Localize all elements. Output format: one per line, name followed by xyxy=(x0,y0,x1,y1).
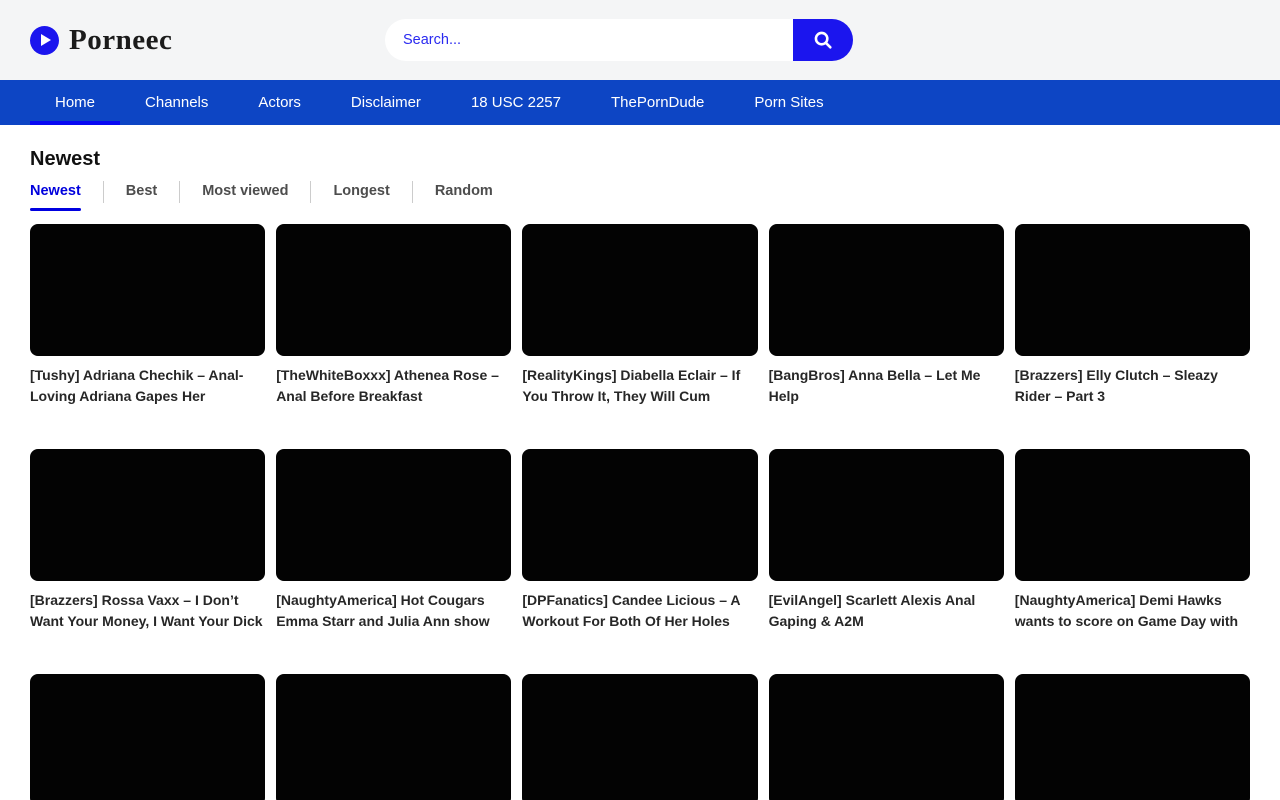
video-thumbnail xyxy=(30,449,265,581)
video-card[interactable]: [NaughtyAmerica] Hot Cougars Emma Starr … xyxy=(276,449,511,632)
nav-item-18-usc-2257[interactable]: 18 USC 2257 xyxy=(446,80,586,125)
brand-name: Porneec xyxy=(69,24,172,57)
video-thumbnail xyxy=(522,224,757,356)
search-button[interactable] xyxy=(793,19,853,61)
video-card[interactable]: [BangBros] Anna Bella – Let Me Help xyxy=(769,224,1004,407)
video-card[interactable] xyxy=(30,674,265,800)
tab-divider xyxy=(412,181,413,203)
search-bar xyxy=(385,19,853,61)
tab-divider xyxy=(103,181,104,203)
video-card[interactable] xyxy=(276,674,511,800)
tab-longest[interactable]: Longest xyxy=(333,182,389,200)
video-thumbnail xyxy=(1015,674,1250,800)
brand-logo[interactable]: Porneec xyxy=(30,24,172,57)
video-thumbnail xyxy=(276,449,511,581)
video-card[interactable] xyxy=(769,674,1004,800)
main-nav: Home Channels Actors Disclaimer 18 USC 2… xyxy=(0,80,1280,125)
video-title: [NaughtyAmerica] Demi Hawks wants to sco… xyxy=(1015,590,1250,632)
video-thumbnail xyxy=(522,674,757,800)
video-title: [BangBros] Anna Bella – Let Me Help xyxy=(769,365,1004,407)
video-grid: [Tushy] Adriana Chechik – Anal-Loving Ad… xyxy=(30,224,1250,800)
video-title: [Brazzers] Rossa Vaxx – I Don’t Want You… xyxy=(30,590,265,632)
search-input[interactable] xyxy=(385,19,793,61)
sort-tabs: Newest Best Most viewed Longest Random xyxy=(30,182,1250,211)
page-title: Newest xyxy=(30,148,1250,171)
video-thumbnail xyxy=(30,224,265,356)
nav-item-disclaimer[interactable]: Disclaimer xyxy=(326,80,446,125)
video-card[interactable]: [Brazzers] Elly Clutch – Sleazy Rider – … xyxy=(1015,224,1250,407)
tab-most-viewed[interactable]: Most viewed xyxy=(202,182,288,200)
tab-best[interactable]: Best xyxy=(126,182,157,200)
video-title: [TheWhiteBoxxx] Athenea Rose – Anal Befo… xyxy=(276,365,511,407)
main-content: Newest Newest Best Most viewed Longest R… xyxy=(0,148,1280,800)
video-card[interactable]: [DPFanatics] Candee Licious – A Workout … xyxy=(522,449,757,632)
video-thumbnail xyxy=(1015,224,1250,356)
video-card[interactable] xyxy=(1015,674,1250,800)
video-thumbnail xyxy=(769,224,1004,356)
video-title: [EvilAngel] Scarlett Alexis Anal Gaping … xyxy=(769,590,1004,632)
video-thumbnail xyxy=(769,674,1004,800)
video-title: [Tushy] Adriana Chechik – Anal-Loving Ad… xyxy=(30,365,265,407)
video-card[interactable]: [EvilAngel] Scarlett Alexis Anal Gaping … xyxy=(769,449,1004,632)
video-title: [RealityKings] Diabella Eclair – If You … xyxy=(522,365,757,407)
video-thumbnail xyxy=(522,449,757,581)
tab-divider xyxy=(310,181,311,203)
search-icon xyxy=(812,29,834,51)
video-card[interactable]: [Tushy] Adriana Chechik – Anal-Loving Ad… xyxy=(30,224,265,407)
tab-newest[interactable]: Newest xyxy=(30,182,81,211)
video-card[interactable]: [TheWhiteBoxxx] Athenea Rose – Anal Befo… xyxy=(276,224,511,407)
nav-item-actors[interactable]: Actors xyxy=(233,80,326,125)
tab-divider xyxy=(179,181,180,203)
nav-item-theporndude[interactable]: ThePornDude xyxy=(586,80,729,125)
video-title: [DPFanatics] Candee Licious – A Workout … xyxy=(522,590,757,632)
play-icon xyxy=(30,26,59,55)
nav-item-channels[interactable]: Channels xyxy=(120,80,233,125)
tab-random[interactable]: Random xyxy=(435,182,493,200)
nav-item-porn-sites[interactable]: Porn Sites xyxy=(729,80,848,125)
header: Porneec xyxy=(0,0,1280,80)
video-card[interactable]: [RealityKings] Diabella Eclair – If You … xyxy=(522,224,757,407)
video-thumbnail xyxy=(769,449,1004,581)
video-card[interactable]: [NaughtyAmerica] Demi Hawks wants to sco… xyxy=(1015,449,1250,632)
video-thumbnail xyxy=(276,674,511,800)
video-thumbnail xyxy=(1015,449,1250,581)
video-thumbnail xyxy=(276,224,511,356)
nav-item-home[interactable]: Home xyxy=(30,80,120,125)
video-card[interactable]: [Brazzers] Rossa Vaxx – I Don’t Want You… xyxy=(30,449,265,632)
video-title: [Brazzers] Elly Clutch – Sleazy Rider – … xyxy=(1015,365,1250,407)
video-thumbnail xyxy=(30,674,265,800)
video-card[interactable] xyxy=(522,674,757,800)
video-title: [NaughtyAmerica] Hot Cougars Emma Starr … xyxy=(276,590,511,632)
